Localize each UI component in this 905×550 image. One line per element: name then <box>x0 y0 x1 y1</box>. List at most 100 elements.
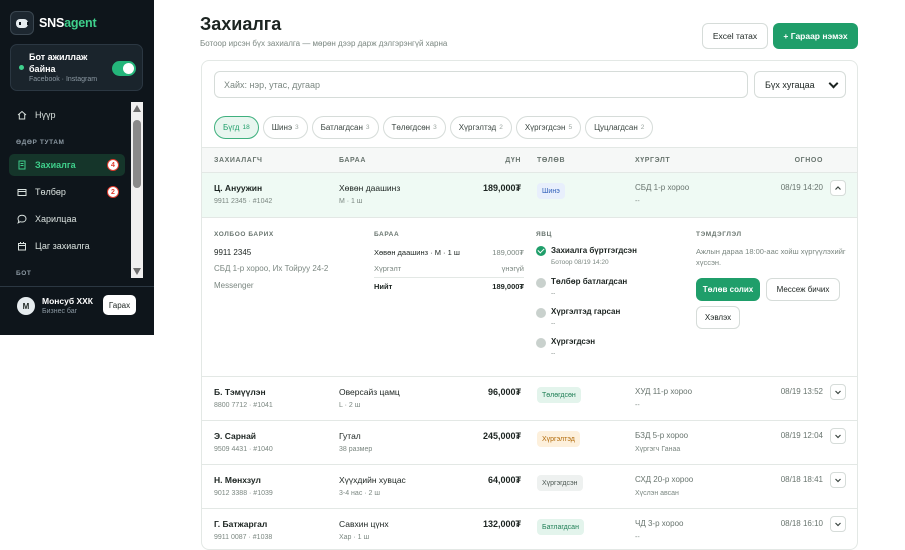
customer-name: Ц. Ануужин <box>214 183 263 193</box>
customer-name: Б. Тэмүүлэн <box>214 387 266 397</box>
chip-count: 5 <box>568 124 573 131</box>
progress-header: ЯВЦ <box>536 231 552 238</box>
chip-label: Хүргэлтэд <box>458 123 497 132</box>
bot-status-title: Бот ажиллаж байна <box>29 52 88 74</box>
collapse-row-button[interactable] <box>830 180 846 196</box>
user-box: М Монсуб ХХК Бизнес баг Гарах <box>0 286 154 335</box>
order-date: 08/19 13:52 <box>780 387 823 396</box>
table-row[interactable]: Б. Тэмүүлэн 8800 7712 · #1041 Оверсайз ц… <box>202 377 857 421</box>
pending-circle-icon <box>536 308 546 318</box>
sidebar-item-label: Захиалга <box>35 160 76 170</box>
delivery-address: БЗД 5-р хороо <box>635 431 689 440</box>
scroll-up-arrow-icon[interactable] <box>133 105 141 112</box>
chip-confirmed[interactable]: Батлагдсан 3 <box>311 116 379 139</box>
brand-name: SNSagent <box>39 16 97 30</box>
product-variant: L · 2 ш <box>339 402 361 409</box>
scroll-thumb[interactable] <box>133 120 141 188</box>
status-badge: Батлагдсан <box>537 519 584 535</box>
sidebar-item-home[interactable]: Нүүр <box>9 104 125 126</box>
expand-row-button[interactable] <box>830 428 846 444</box>
chip-delivered[interactable]: Хүргэгдсэн 5 <box>515 116 582 139</box>
delivery-driver: Хүслэн авсан <box>635 490 679 497</box>
page-subtitle: Ботоор ирсэн бүх захиалга — мөрөн дээр д… <box>200 39 448 48</box>
sidebar-item-label: Нүүр <box>35 110 56 120</box>
chevron-down-icon <box>828 78 839 89</box>
total-value: 189,000₮ <box>492 282 524 291</box>
search-input[interactable] <box>214 71 748 98</box>
logout-button[interactable]: Гарах <box>103 295 136 315</box>
chip-new[interactable]: Шинэ 3 <box>262 116 308 139</box>
scroll-down-arrow-icon[interactable] <box>133 268 141 275</box>
delivery-address: СХД 20-р хороо <box>635 475 694 484</box>
change-status-button[interactable]: Төлөв солих <box>696 278 760 301</box>
divider <box>374 277 524 278</box>
write-message-button[interactable]: Мессеж бичих <box>766 278 840 301</box>
pending-circle-icon <box>536 278 546 288</box>
column-header-product: БАРАА <box>339 157 366 164</box>
order-date: 08/18 18:41 <box>780 475 823 484</box>
table-row[interactable]: Ц. Ануужин 9911 2345 · #1042 Хөвөн дааши… <box>202 173 857 218</box>
sidebar-item-chats[interactable]: Харилцаа <box>9 208 125 230</box>
chevron-down-icon <box>835 478 841 483</box>
expand-row-button[interactable] <box>830 384 846 400</box>
step-sub: Ботоор 08/19 14:20 <box>551 259 609 266</box>
chip-label: Шинэ <box>271 123 293 132</box>
chip-cancelled[interactable]: Цуцлагдсан 2 <box>585 116 654 139</box>
expand-row-button[interactable] <box>830 472 846 488</box>
status-dot-icon <box>19 65 24 70</box>
sidebar-item-orders[interactable]: Захиалга 4 <box>9 154 125 176</box>
contact-header: ХОЛБОО БАРИХ <box>214 231 274 238</box>
chip-count: 2 <box>499 124 503 131</box>
print-button[interactable]: Хэвлэх <box>696 306 740 329</box>
chevron-down-icon <box>835 434 841 439</box>
order-amount: 132,000₮ <box>482 519 521 529</box>
delivery-address: ХУД 11-р хороо <box>635 387 693 396</box>
brand: SNSagent <box>10 11 97 35</box>
table-header: ЗАХИАЛАГЧ БАРАА ДҮН ТӨЛӨВ ХҮРГЭЛТ ОГНОО <box>202 147 857 173</box>
chip-paid[interactable]: Төлөгдсөн 3 <box>382 116 446 139</box>
customer-meta: 9911 2345 · #1042 <box>214 198 273 205</box>
product-name: Хүүхдийн хувцас <box>339 475 406 485</box>
order-amount: 245,000₮ <box>482 431 521 441</box>
add-manual-button[interactable]: + Гараар нэмэх <box>773 23 858 49</box>
section-bot: БОТ <box>16 270 32 277</box>
excel-export-button[interactable]: Excel татах <box>702 23 768 49</box>
customer-meta: 9012 3388 · #1039 <box>214 490 273 497</box>
product-name: Гутал <box>339 431 361 441</box>
time-range-select[interactable]: Бүх хугацаа <box>754 71 846 98</box>
bot-toggle[interactable] <box>112 61 136 76</box>
table-row[interactable]: Н. Мөнхзул 9012 3388 · #1039 Хүүхдийн ху… <box>202 465 857 509</box>
time-range-value: Бүх хугацаа <box>765 79 815 90</box>
sidebar-item-label: Цаг захиалга <box>35 241 90 251</box>
order-note: Ажлын дараа 18:00-аас хойш хүргүүлэхийг … <box>696 247 846 267</box>
page-title: Захиалга <box>200 14 282 34</box>
chip-all[interactable]: Бүгд 18 <box>214 116 259 139</box>
sidebar-scrollbar[interactable] <box>131 102 143 278</box>
customer-name: Э. Сарнай <box>214 431 257 441</box>
sidebar-item-payments[interactable]: Төлбөр 2 <box>9 181 125 203</box>
column-header-customer: ЗАХИАЛАГЧ <box>214 157 263 164</box>
check-circle-icon <box>536 246 546 256</box>
column-header-amount: ДҮН <box>505 157 521 164</box>
chip-label: Батлагдсан <box>320 123 363 132</box>
chevron-up-icon <box>835 186 841 190</box>
product-name: Оверсайз цамц <box>339 387 400 397</box>
expand-row-button[interactable] <box>830 516 846 532</box>
robot-logo-icon <box>10 11 34 35</box>
sidebar-item-appointments[interactable]: Цаг захиалга <box>9 235 125 257</box>
section-daily: ӨДӨР ТУТАМ <box>16 139 65 146</box>
chip-shipping[interactable]: Хүргэлтэд 2 <box>449 116 512 139</box>
contact-address: СБД 1-р хороо, Их Тойруу 24-2 <box>214 264 329 273</box>
order-date: 08/19 12:04 <box>780 431 823 440</box>
receipt-icon <box>17 160 27 170</box>
line-item-name: Хөвөн даашинз · M · 1 ш <box>374 248 460 257</box>
payments-count-badge: 2 <box>107 186 119 198</box>
contact-channel: Messenger <box>214 281 254 290</box>
chip-label: Төлөгдсөн <box>391 123 431 132</box>
chip-count: 2 <box>640 124 645 131</box>
table-row[interactable]: Г. Батжаргал 9911 0087 · #1038 Савхин цү… <box>202 509 857 549</box>
chip-label: Бүгд <box>223 123 240 132</box>
contact-phone: 9911 2345 <box>214 248 252 257</box>
product-variant: 38 размер <box>339 446 373 453</box>
table-row[interactable]: Э. Сарнай 9509 4431 · #1040 Гутал 38 раз… <box>202 421 857 465</box>
